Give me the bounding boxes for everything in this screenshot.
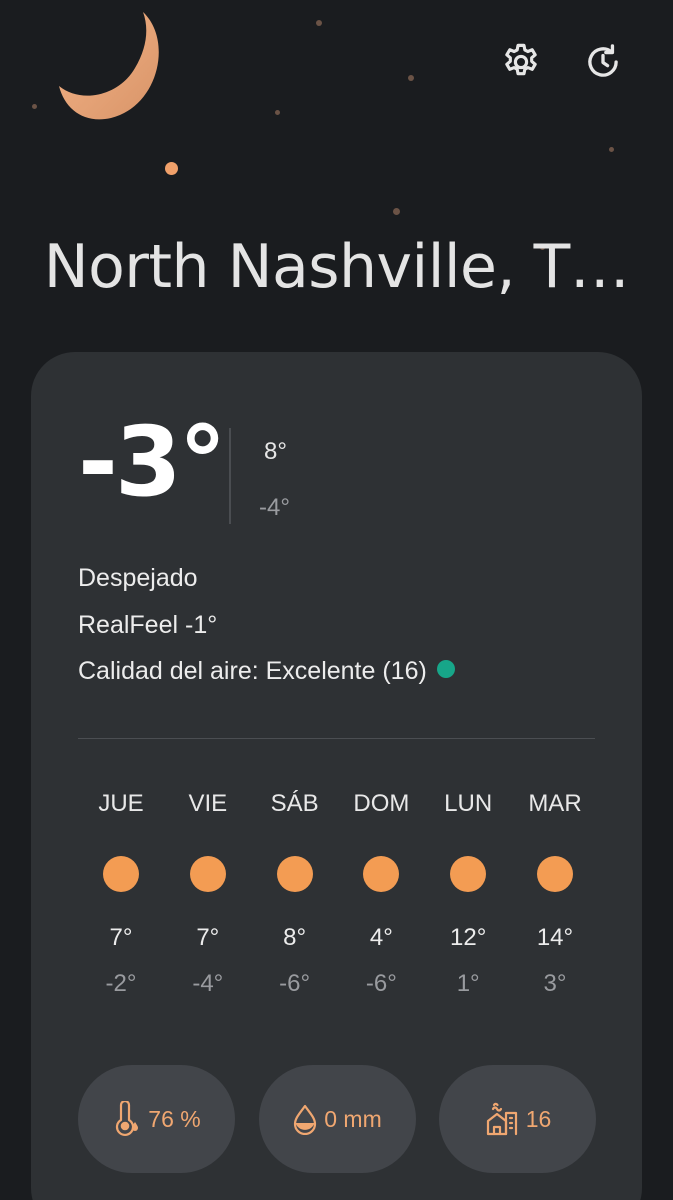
air-index-pill[interactable]: 16 [439, 1065, 596, 1173]
air-index-value: 16 [525, 1105, 552, 1132]
day-label: DOM [353, 790, 410, 817]
temperature-divider [229, 428, 231, 524]
forecast-day[interactable]: VIE 7° -4° [165, 790, 251, 998]
humidity-value: 76 % [148, 1105, 201, 1132]
forecast-day[interactable]: LUN 12° 1° [425, 790, 511, 998]
precipitation-value: 0 mm [324, 1105, 382, 1132]
realfeel-text: RealFeel -1° [78, 611, 218, 639]
star [32, 104, 37, 109]
weather-screen: North Nashville, T… -3° 8° -4° Despejado… [0, 0, 673, 1200]
day-label: MAR [528, 790, 582, 817]
forecast-day[interactable]: JUE 7° -2° [78, 790, 164, 998]
star [165, 162, 178, 175]
star [408, 75, 414, 81]
day-low: 3° [543, 970, 567, 997]
day-high: 14° [536, 924, 574, 951]
day-high: 4° [369, 924, 393, 951]
daily-forecast: JUE 7° -2° VIE 7° -4° SÁB 8° -6° DOM 4° [78, 790, 598, 998]
day-label: LUN [444, 790, 493, 817]
condition-text: Despejado [78, 564, 198, 592]
air-quality-text: Calidad del aire: Excelente (16) [78, 657, 427, 685]
gear-icon [505, 43, 537, 76]
stats-row: 76 % 0 mm 16 [78, 1065, 596, 1173]
day-high: 12° [450, 924, 487, 951]
refresh-button[interactable] [581, 40, 625, 84]
forecast-day[interactable]: MAR 14° 3° [512, 790, 598, 998]
weather-card[interactable]: -3° 8° -4° Despejado RealFeel -1° Calida… [31, 352, 642, 1200]
moon-icon [59, 12, 159, 120]
building-air-icon [486, 1102, 517, 1136]
day-label: SÁB [270, 790, 319, 817]
day-label: VIE [188, 790, 228, 817]
settings-button[interactable] [499, 40, 543, 84]
air-quality-row[interactable]: Calidad del aire: Excelente (16) [78, 657, 455, 686]
day-low: 1° [456, 970, 480, 997]
star [609, 147, 614, 152]
refresh-clock-icon [588, 44, 618, 77]
day-low: -6° [279, 970, 311, 997]
day-low: -2° [105, 970, 137, 997]
current-temperature: -3° [78, 406, 227, 518]
star [316, 20, 322, 26]
sun-icon [103, 856, 139, 892]
precipitation-pill[interactable]: 0 mm [258, 1065, 416, 1173]
water-drop-icon [294, 1104, 317, 1135]
day-high: 7° [109, 924, 133, 951]
star [275, 110, 280, 115]
air-quality-indicator [436, 660, 455, 678]
sun-icon [276, 856, 313, 892]
sun-icon [189, 856, 226, 892]
humidity-pill[interactable]: 76 % [78, 1065, 235, 1173]
sun-icon [450, 856, 487, 892]
forecast-day[interactable]: SÁB 8° -6° [252, 790, 338, 998]
forecast-day[interactable]: DOM 4° -6° [338, 790, 424, 998]
day-high: 7° [196, 924, 220, 951]
day-low: -4° [192, 970, 224, 997]
today-high: 8° [264, 438, 287, 465]
city-title[interactable]: North Nashville, T… [0, 232, 673, 302]
star [393, 208, 400, 215]
sun-icon [536, 856, 573, 892]
thermometer-drop-icon [116, 1101, 139, 1137]
day-low: -6° [365, 970, 397, 997]
sun-icon [363, 856, 400, 892]
day-label: JUE [98, 790, 144, 817]
divider [78, 738, 595, 739]
day-high: 8° [283, 924, 307, 951]
today-low: -4° [259, 494, 290, 521]
